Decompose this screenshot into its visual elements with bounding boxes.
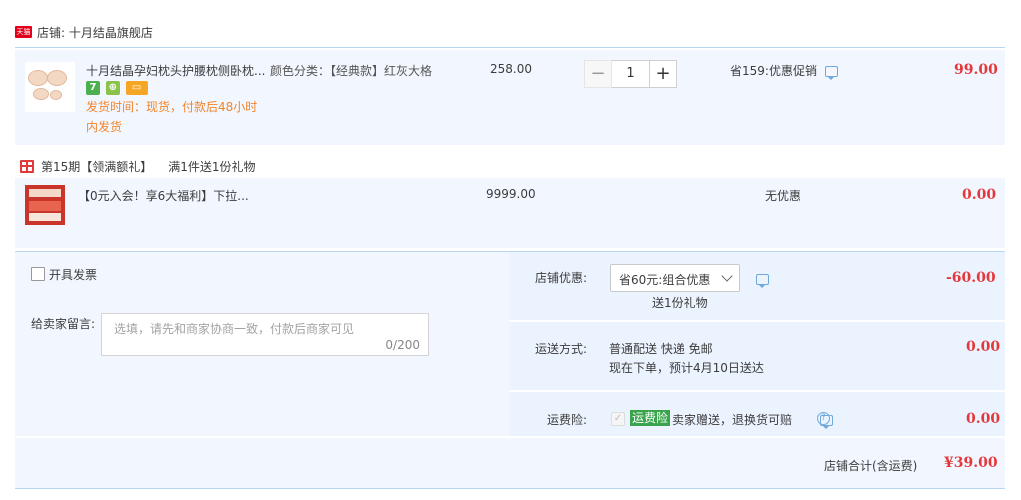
- insurance-text: 卖家赠送，退换货可赔: [672, 413, 793, 427]
- seven-day-return-icon[interactable]: 7: [86, 80, 100, 95]
- tmall-icon: 天猫: [15, 26, 32, 38]
- gift-header: 第15期【领满额礼】 满1件送1份礼物: [20, 156, 256, 176]
- product-thumbnail[interactable]: [25, 62, 75, 112]
- chat-icon[interactable]: [756, 274, 769, 288]
- quantity-stepper: − 1 +: [584, 60, 681, 88]
- gift-unit-price: 9999.00: [486, 187, 536, 201]
- product-title-link[interactable]: 十月结晶孕妇枕头护腰枕侧卧枕...: [86, 62, 265, 79]
- shop-discount-amount: -60.00: [946, 270, 996, 286]
- shipping-method: 普通配送 快递 免邮: [609, 342, 713, 356]
- shop-discount-label: 店铺优惠:: [535, 271, 588, 285]
- chevron-down-icon: [721, 270, 733, 282]
- gift-title-link[interactable]: 【0元入会！享6大福利】下拉...: [78, 187, 249, 204]
- shipping-label: 运送方式:: [535, 342, 588, 356]
- service-guarantee-icon[interactable]: ⊕: [105, 80, 120, 95]
- insurance-amount: 0.00: [966, 411, 1001, 427]
- invoice-label[interactable]: 开具发票: [49, 266, 97, 283]
- insurance-checkbox[interactable]: ✓: [611, 412, 625, 426]
- insurance-label: 运费险:: [547, 413, 588, 427]
- divider: [15, 47, 1005, 48]
- ship-time-line2: 内发货: [86, 120, 123, 134]
- shop-name[interactable]: 店铺: 十月结晶旗舰店: [37, 24, 153, 41]
- gift-promo: 无优惠: [765, 189, 802, 203]
- message-label: 给卖家留言:: [31, 317, 96, 331]
- insurance-badge: 运费险: [630, 410, 671, 426]
- service-icons: 7 ⊕ ▭: [86, 80, 150, 95]
- item-total: 99.00: [954, 62, 998, 78]
- divider: [15, 488, 1005, 489]
- divider: [15, 436, 1005, 438]
- gift-period: 第15期【领满额礼】: [41, 159, 153, 174]
- credit-card-icon[interactable]: ▭: [125, 80, 148, 95]
- promo-label: 省159:优惠促销: [730, 64, 817, 78]
- gift-icon: [20, 159, 34, 173]
- shipping-eta: 现在下单，预计4月10日送达: [609, 361, 764, 375]
- shop-header: 天猫 店铺: 十月结晶旗舰店: [15, 22, 153, 42]
- gift-rule: 满1件送1份礼物: [168, 159, 256, 174]
- gift-thumbnail[interactable]: [25, 185, 65, 225]
- promo-info: 省159:优惠促销: [730, 62, 838, 80]
- chat-icon[interactable]: [824, 66, 838, 80]
- unit-price: 258.00: [490, 62, 532, 76]
- shop-total-value: ¥39.00: [944, 455, 998, 471]
- gift-total: 0.00: [962, 187, 997, 203]
- shop-discount-select[interactable]: 省60元:组合优惠: [610, 264, 740, 292]
- qty-input[interactable]: 1: [612, 60, 649, 88]
- ship-time-line1: 发货时间：现货，付款后48小时: [86, 100, 258, 114]
- shop-total-label: 店铺合计(含运费): [824, 459, 918, 473]
- message-textarea[interactable]: 选填，请先和商家协商一致，付款后商家可见 0/200: [101, 313, 429, 356]
- message-counter: 0/200: [385, 338, 420, 352]
- shipping-amount: 0.00: [966, 339, 1001, 355]
- qty-increase-button[interactable]: +: [649, 60, 677, 88]
- invoice-checkbox[interactable]: [31, 267, 45, 281]
- message-placeholder: 选填，请先和商家协商一致，付款后商家可见: [114, 322, 355, 336]
- shop-discount-note: 送1份礼物: [652, 296, 708, 310]
- qty-decrease-button[interactable]: −: [584, 60, 612, 88]
- shop-discount-value: 省60元:组合优惠: [619, 273, 711, 287]
- sku-label: 颜色分类：【经典款】红灰大格: [270, 64, 433, 78]
- help-icon[interactable]: ?: [817, 412, 830, 425]
